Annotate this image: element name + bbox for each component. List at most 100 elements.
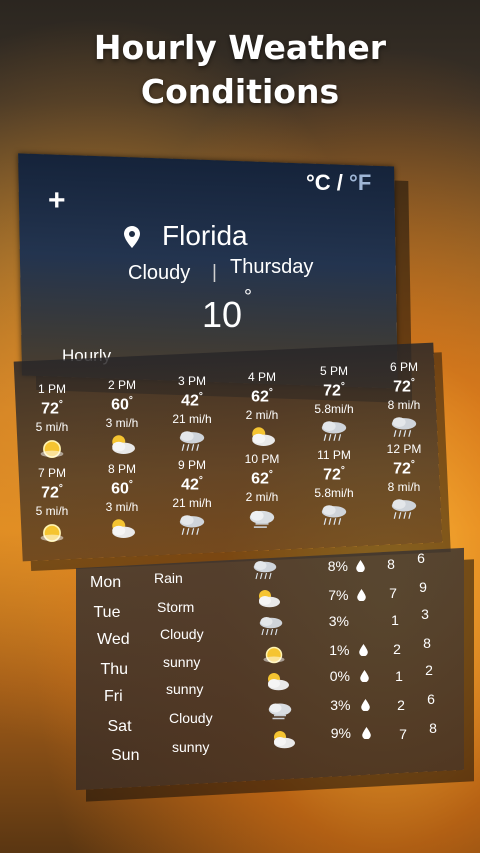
daily-day: Sat (107, 717, 132, 735)
hourly-wind: 8 mi/h (387, 480, 421, 495)
daily-precip: 8% (327, 558, 348, 574)
hourly-item[interactable]: 12 PM 72° 8 mi/h (368, 442, 440, 522)
hourly-temp: 72° (393, 377, 415, 396)
hourly-time: 3 PM (177, 374, 206, 388)
daily-high: 7 (399, 726, 407, 742)
sun-cloud-icon (268, 673, 289, 691)
hourly-wind: 21 mi/h (172, 496, 212, 511)
daily-high: 2 (397, 697, 405, 713)
promo-title-line2: Conditions (140, 72, 340, 111)
daily-low: 6 (427, 691, 435, 707)
hourly-wind: 5 mi/h (35, 504, 69, 519)
daily-condition: Storm (157, 598, 195, 615)
raindrop-icon (359, 643, 368, 656)
hourly-temp: 42° (181, 391, 203, 410)
daily-low: 8 (429, 720, 437, 736)
hourly-temp: 72° (323, 381, 345, 400)
hourly-degree: ° (128, 395, 133, 406)
hourly-wind: 8 mi/h (387, 398, 421, 413)
daily-condition: Rain (154, 570, 183, 586)
daily-precip: 0% (329, 668, 350, 684)
hourly-wind: 2 mi/h (245, 490, 279, 505)
raindrop-icon (356, 560, 365, 572)
rain-cloud-icon (253, 561, 277, 580)
sun-cloud-icon (259, 590, 280, 608)
daily-precip: 3% (328, 613, 349, 629)
hourly-time: 12 PM (386, 442, 422, 456)
daily-day: Tue (93, 603, 121, 621)
hourly-item[interactable]: 10 PM 62° 2 mi/h (226, 452, 298, 532)
hourly-time: 8 PM (107, 462, 136, 476)
daily-condition: Cloudy (160, 625, 204, 642)
raindrop-icon (357, 588, 366, 601)
hourly-item[interactable]: 8 PM 60° 3 mi/h (86, 462, 158, 542)
daily-condition: sunny (166, 681, 204, 698)
hourly-time: 7 PM (37, 466, 66, 480)
rain-cloud-icon (391, 499, 417, 520)
hourly-temp: 72° (393, 459, 415, 478)
hourly-wind: 2 mi/h (245, 408, 279, 423)
sun-icon (40, 524, 64, 543)
daily-low: 2 (425, 662, 433, 678)
hourly-item[interactable]: 7 PM 72° 5 mi/h (16, 466, 88, 546)
add-location-button[interactable]: + (48, 186, 66, 216)
cloud-icon (268, 703, 292, 720)
hourly-wind: 21 mi/h (172, 412, 212, 427)
unit-toggle[interactable]: °C / °F (306, 170, 371, 196)
hourly-item[interactable]: 9 PM 42° 21 mi/h (156, 458, 228, 538)
hourly-temp: 62° (251, 387, 273, 406)
daily-precip: 1% (329, 641, 350, 658)
hourly-temp: 60° (111, 395, 133, 414)
daily-day: Wed (97, 631, 130, 648)
hourly-wind: 5.8mi/h (314, 402, 354, 417)
hourly-degree: ° (58, 483, 63, 494)
hourly-item[interactable]: 4 PM 62° 2 mi/h (226, 370, 298, 450)
hourly-wind: 5 mi/h (35, 420, 69, 435)
hourly-item[interactable]: 11 PM 72° 5.8mi/h (298, 448, 370, 528)
daily-condition: sunny (163, 654, 201, 671)
daily-high: 8 (387, 556, 395, 572)
hourly-item[interactable]: 1 PM 72° 5 mi/h (16, 382, 88, 462)
location-name[interactable]: Florida (162, 220, 248, 252)
hourly-wind: 3 mi/h (105, 500, 139, 515)
sun-icon (40, 440, 64, 459)
daily-low: 9 (419, 579, 427, 595)
hourly-item[interactable]: 2 PM 60° 3 mi/h (86, 378, 158, 458)
hourly-time: 10 PM (244, 452, 280, 466)
sun-cloud-icon (252, 427, 275, 447)
hourly-item[interactable]: 3 PM 42° 21 mi/h (156, 374, 228, 454)
unit-fahrenheit[interactable]: °F (349, 170, 371, 195)
hourly-time: 5 PM (319, 364, 348, 378)
daily-day: Sun (111, 747, 140, 764)
daily-precip: 9% (330, 725, 351, 741)
hourly-item[interactable]: 6 PM 72° 8 mi/h (368, 360, 440, 440)
hourly-degree: ° (268, 469, 273, 480)
daily-condition: sunny (172, 738, 210, 755)
sun-cloud-icon (112, 519, 135, 539)
daily-precip: 7% (328, 586, 349, 603)
rain-cloud-icon (391, 417, 417, 438)
daily-precip: 3% (330, 696, 351, 713)
unit-celsius[interactable]: °C (306, 170, 331, 195)
daily-day: Thu (100, 660, 129, 678)
sun-icon (263, 646, 285, 664)
hourly-wind: 5.8mi/h (314, 486, 354, 501)
hourly-degree: ° (340, 381, 345, 392)
hourly-temp: 72° (41, 399, 63, 418)
current-temperature: 10 (202, 294, 243, 335)
hourly-time: 2 PM (107, 378, 136, 392)
hourly-degree: ° (198, 475, 203, 486)
hourly-item[interactable]: 5 PM 72° 5.8mi/h (298, 364, 370, 444)
daily-day: Fri (104, 688, 123, 705)
daily-high: 2 (393, 641, 401, 657)
rain-cloud-icon (321, 505, 347, 526)
daily-high: 1 (391, 612, 399, 628)
promo-title: Hourly Weather Conditions (0, 26, 480, 114)
raindrop-icon (361, 698, 370, 711)
rain-cloud-icon (179, 515, 205, 536)
hourly-wind: 3 mi/h (105, 416, 139, 431)
promo-title-line1: Hourly Weather (93, 28, 387, 67)
current-condition: Cloudy (128, 262, 191, 284)
current-day: Thursday (230, 256, 314, 278)
hourly-degree: ° (268, 387, 273, 398)
